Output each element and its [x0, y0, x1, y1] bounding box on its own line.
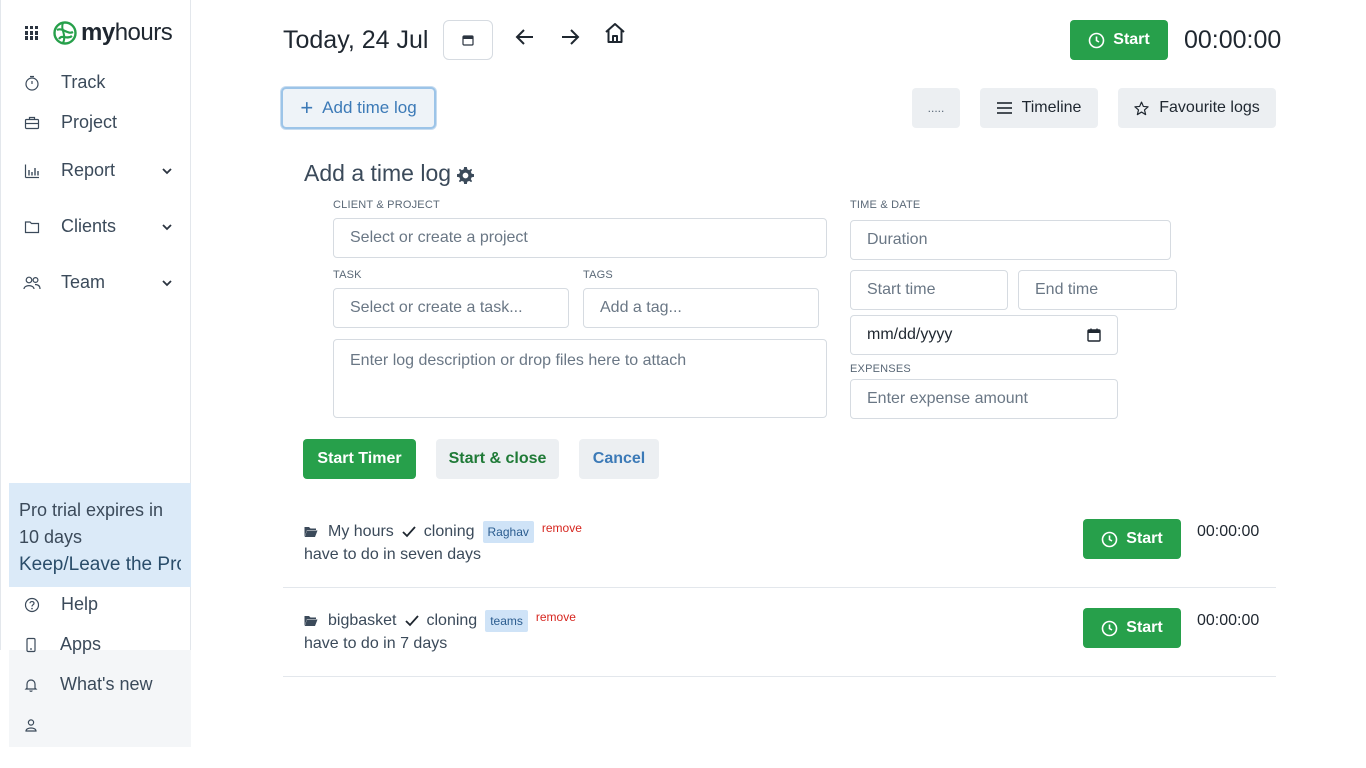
log-time: 00:00:00 [1197, 523, 1260, 540]
log-row: bigbasket cloning teams remove have to d… [283, 589, 1276, 677]
sidebar-item-profile[interactable] [22, 716, 172, 734]
sidebar-item-team[interactable]: Team [23, 272, 173, 293]
sidebar-item-label: Team [61, 272, 106, 292]
log-description: have to do in seven days [304, 546, 482, 563]
log-header: My hours cloning Raghav remove [304, 521, 582, 543]
cancel-button[interactable]: Cancel [579, 439, 659, 479]
log-project: bigbasket [328, 612, 397, 629]
sidebar-item-clients[interactable]: Clients [23, 216, 173, 237]
log-tag[interactable]: Raghav [482, 521, 534, 543]
trial-banner: Pro trial expires in 10 days Keep/Leave … [9, 483, 191, 587]
remove-tag-link[interactable]: remove [536, 610, 576, 624]
people-icon [23, 274, 41, 292]
calendar-icon [462, 35, 474, 46]
task-select[interactable]: Select or create a task... [333, 288, 569, 328]
duration-input[interactable]: Duration [850, 220, 1171, 260]
question-circle-icon [23, 596, 41, 614]
sidebar-item-label: Track [61, 72, 106, 92]
log-description: have to do in 7 days [304, 635, 448, 652]
start-timer-button[interactable]: Start [1070, 20, 1168, 60]
clock-icon [1101, 531, 1118, 547]
bar-chart-icon [23, 162, 41, 180]
briefcase-icon [23, 114, 41, 132]
check-icon [404, 615, 419, 627]
sidebar-item-label: Clients [61, 216, 117, 236]
add-time-log-button[interactable]: + Add time log [281, 87, 436, 129]
more-options-button[interactable]: ..... [912, 88, 960, 128]
favourite-logs-button[interactable]: Favourite logs [1118, 88, 1276, 128]
clock-icon [1088, 32, 1105, 48]
folder-icon [23, 218, 41, 236]
expense-input[interactable]: Enter expense amount [850, 379, 1118, 419]
folder-open-icon [304, 616, 318, 626]
folder-open-icon [304, 527, 318, 537]
date-input[interactable]: mm/dd/yyyy [850, 315, 1118, 355]
plus-icon: + [300, 95, 314, 120]
brand-name[interactable]: myhours [81, 19, 173, 47]
timeline-button[interactable]: Timeline [980, 88, 1098, 128]
log-project: My hours [328, 523, 394, 540]
sidebar-item-label: Apps [60, 634, 102, 654]
log-start-button[interactable]: Start [1083, 519, 1181, 559]
calendar-button[interactable] [443, 20, 493, 60]
description-textarea[interactable]: Enter log description or drop files here… [333, 339, 827, 418]
chevron-down-icon[interactable] [161, 221, 173, 233]
log-header: bigbasket cloning teams remove [304, 610, 576, 632]
trial-text: Pro trial expires in 10 days [19, 500, 164, 547]
next-day-arrow-icon[interactable] [559, 26, 581, 48]
previous-day-arrow-icon[interactable] [514, 26, 536, 48]
sidebar-item-track[interactable]: Track [23, 72, 173, 93]
sidebar-item-help[interactable]: Help [23, 594, 173, 615]
stopwatch-icon [23, 74, 41, 92]
list-icon [996, 102, 1012, 114]
sidebar-item-label: Report [61, 160, 116, 180]
time-date-label: TIME & DATE [850, 199, 921, 211]
sidebar-item-whats-new[interactable]: What's new [22, 674, 172, 695]
sidebar-item-apps[interactable]: Apps [22, 634, 172, 655]
star-icon [1134, 101, 1149, 115]
expenses-label: EXPENSES [850, 363, 911, 375]
page-title: Today, 24 Jul [283, 26, 429, 54]
timer-display: 00:00:00 [1184, 26, 1282, 54]
sidebar-item-label: What's new [60, 674, 153, 694]
start-time-input[interactable]: Start time [850, 270, 1008, 310]
chevron-down-icon[interactable] [161, 165, 173, 177]
keep-leave-pro-link[interactable]: Keep/Leave the Pro [19, 554, 181, 576]
brand: myhours [25, 18, 173, 48]
log-time: 00:00:00 [1197, 612, 1260, 629]
gear-icon[interactable] [457, 167, 475, 184]
sidebar-item-label: Project [61, 112, 118, 132]
logo-globe-icon [53, 21, 77, 45]
tags-input[interactable]: Add a tag... [583, 288, 819, 328]
clock-icon [1101, 620, 1118, 636]
end-time-input[interactable]: End time [1018, 270, 1177, 310]
apps-grid-icon[interactable] [25, 26, 39, 40]
log-task: cloning [423, 523, 475, 540]
tags-label: TAGS [583, 269, 613, 281]
user-icon [22, 716, 40, 734]
project-select[interactable]: Select or create a project [333, 218, 827, 258]
log-start-button[interactable]: Start [1083, 608, 1181, 648]
task-label: TASK [333, 269, 362, 281]
sidebar-item-report[interactable]: Report [23, 160, 173, 181]
remove-tag-link[interactable]: remove [542, 521, 582, 535]
calendar-icon[interactable] [1087, 328, 1101, 342]
client-project-label: CLIENT & PROJECT [333, 199, 440, 211]
form-title: Add a time log [304, 160, 475, 187]
sidebar-item-label: Help [61, 594, 99, 614]
home-icon[interactable] [603, 21, 627, 45]
chevron-down-icon[interactable] [161, 277, 173, 289]
check-icon [402, 526, 416, 538]
log-row: My hours cloning Raghav remove have to d… [283, 500, 1276, 588]
start-timer-form-button[interactable]: Start Timer [303, 439, 416, 479]
log-task: cloning [426, 612, 478, 629]
sidebar-item-project[interactable]: Project [23, 112, 173, 133]
phone-icon [22, 636, 40, 654]
log-tag[interactable]: teams [485, 610, 528, 632]
bell-icon [22, 676, 40, 694]
start-close-button[interactable]: Start & close [436, 439, 559, 479]
